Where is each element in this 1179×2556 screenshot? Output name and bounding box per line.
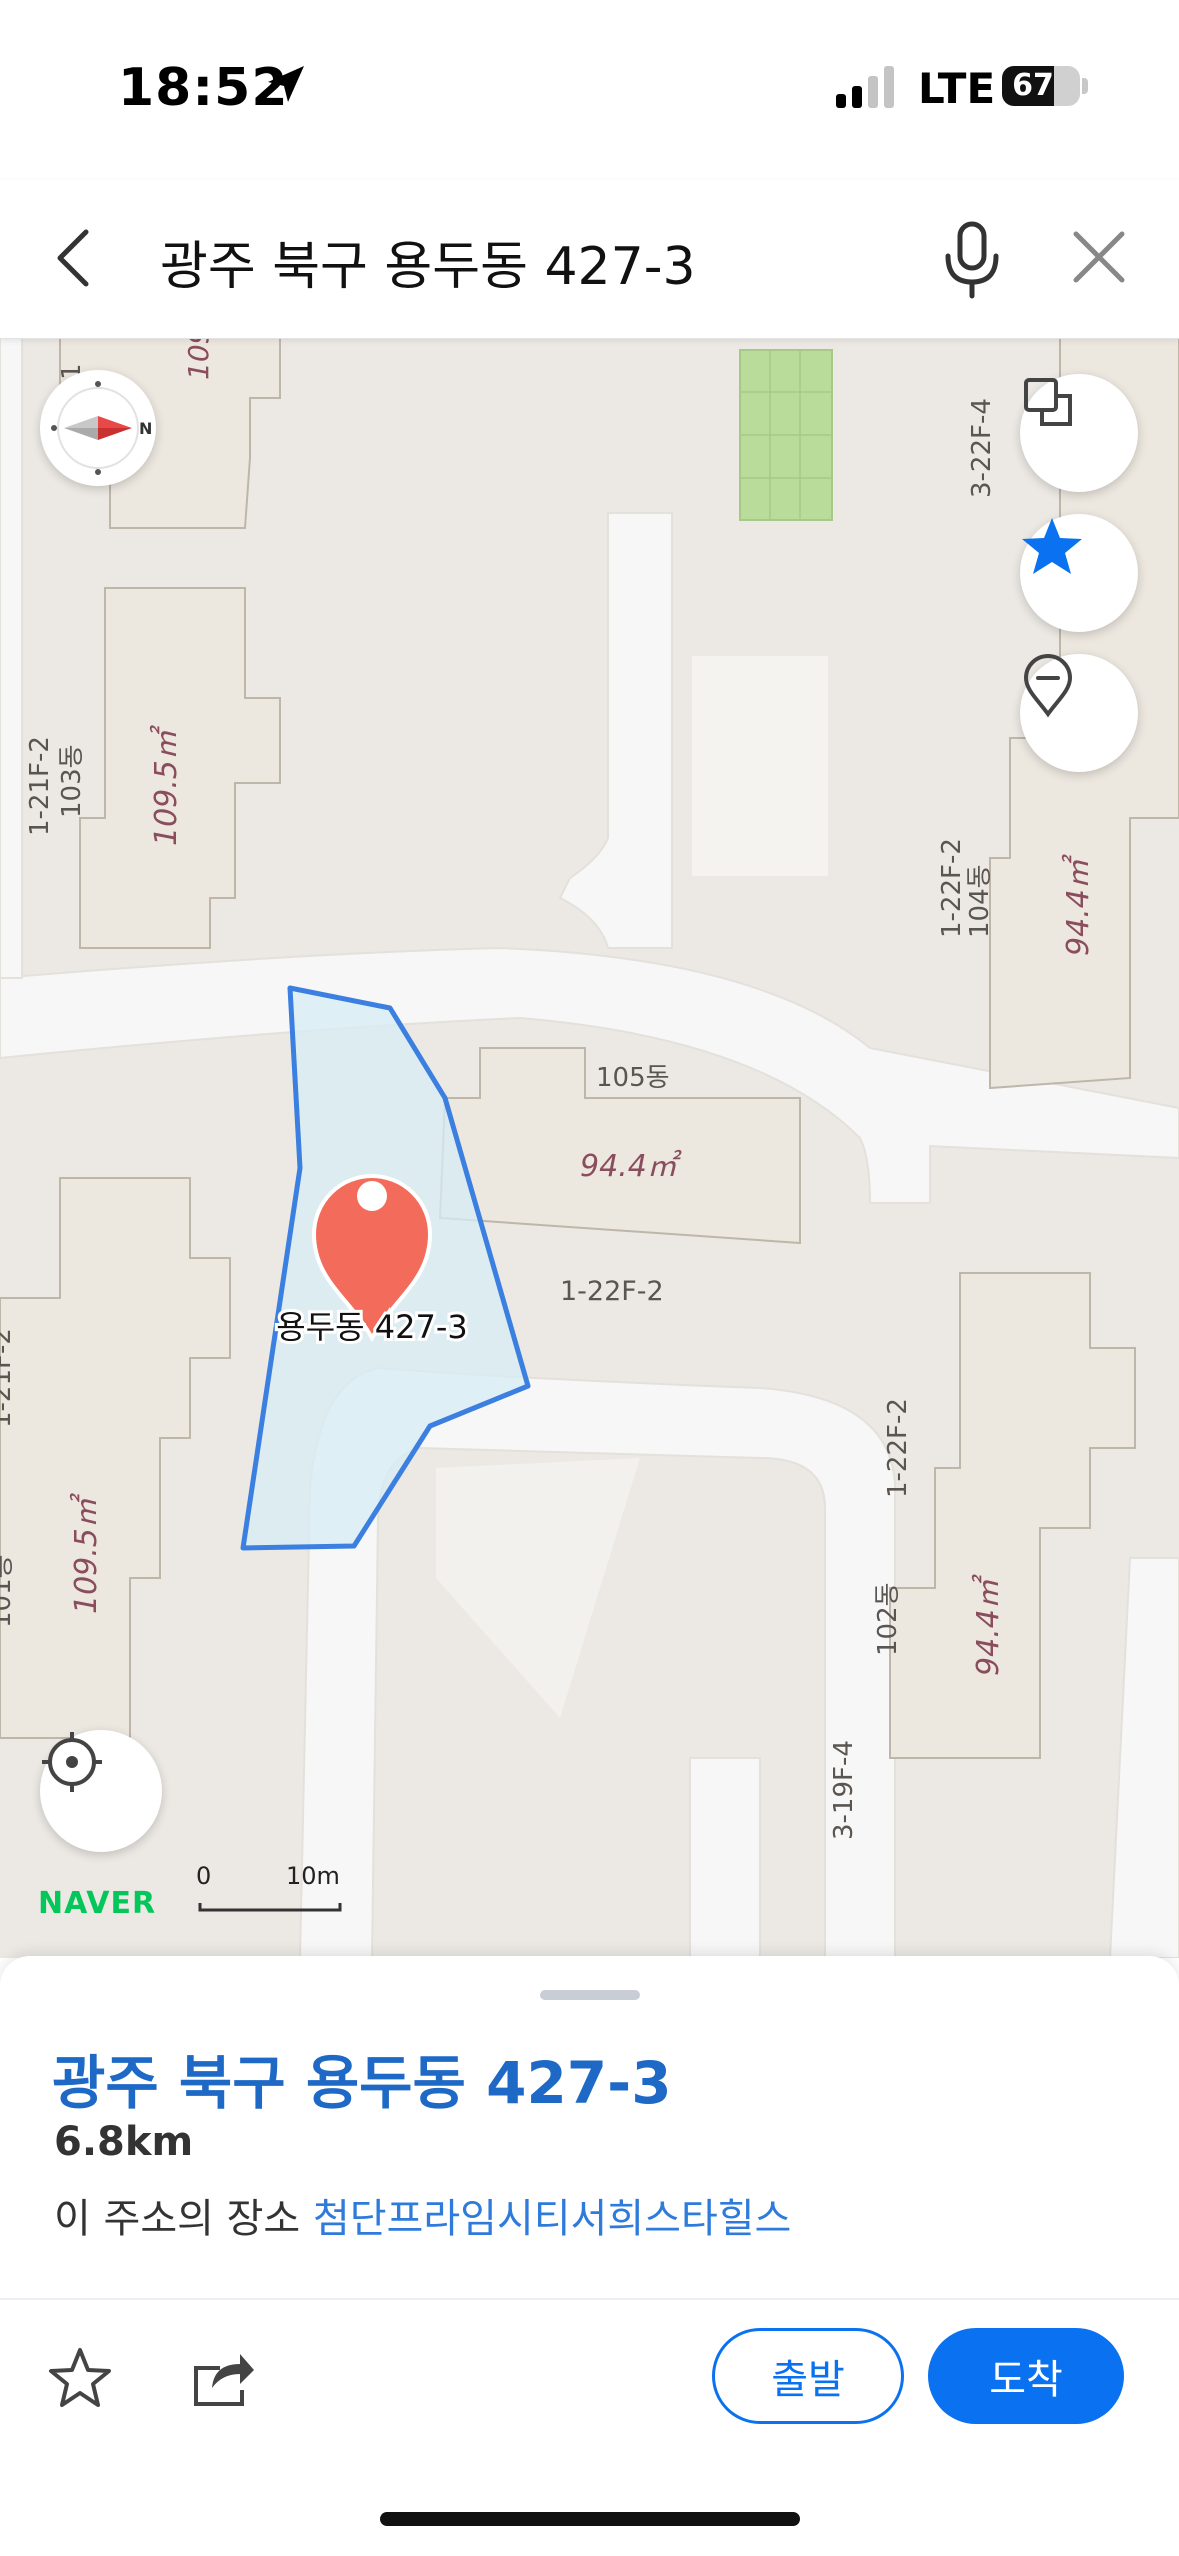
depart-button[interactable]: 출발: [712, 2328, 904, 2424]
share-icon[interactable]: [190, 2346, 258, 2410]
place-title[interactable]: 광주 북구 용두동 427-3: [52, 2036, 672, 2120]
compass-icon: N: [51, 381, 152, 475]
label-102: 102동: [873, 1582, 903, 1656]
plaza: [692, 656, 828, 876]
label-103-lot: 1-21F-2: [25, 736, 55, 836]
microphone-icon[interactable]: [940, 220, 1004, 300]
label-left-edge: 101동: [0, 1554, 17, 1628]
map-canvas[interactable]: 105동 94.4㎡ 1-22F-2 1-21F-2 103동 109.5㎡ 1…: [0, 338, 1179, 1958]
north-road: [558, 512, 673, 949]
label-105: 105동: [596, 1063, 670, 1093]
label-left-area: 109.5㎡: [69, 1492, 104, 1614]
favorite-button[interactable]: [1020, 514, 1138, 632]
east-road: [1108, 1557, 1179, 1958]
location-arrow-icon: [268, 66, 304, 102]
map-pin-minus-icon: [1023, 654, 1073, 718]
place-info-prefix: 이 주소의 장소: [54, 2196, 301, 2242]
label-103: 103동: [57, 744, 87, 818]
label-104-area: 94.4㎡: [1061, 853, 1096, 956]
divider: [0, 2298, 1179, 2300]
chevron-left-icon[interactable]: [46, 226, 102, 290]
compass-button[interactable]: N: [40, 370, 156, 486]
south-lane: [689, 1757, 761, 1958]
place-info-sheet: 광주 북구 용두동 427-3 6.8km 이 주소의 장소 첨단프라임시티서희…: [0, 1956, 1179, 2556]
network-type: LTE: [918, 64, 996, 113]
crosshair-icon: [42, 1732, 102, 1792]
label-bottom-lot: 3-19F-4: [829, 1740, 859, 1840]
sheet-handle[interactable]: [540, 1990, 640, 2000]
label-105-area: 94.4㎡: [580, 1149, 683, 1184]
label-105-lot: 1-22F-2: [560, 1276, 664, 1307]
plaza-south: [436, 1458, 640, 1718]
place-distance: 6.8km: [54, 2119, 194, 2165]
pin-remove-button[interactable]: [1020, 654, 1138, 772]
label-104: 104동: [965, 864, 995, 938]
battery-percent: 67: [1012, 68, 1054, 103]
battery-tip: [1082, 78, 1088, 94]
west-road: [0, 338, 23, 979]
label-104-lot: 1-22F-2: [937, 838, 967, 938]
label-102-area: 94.4㎡: [971, 1573, 1006, 1676]
building-102: [889, 1272, 1136, 1759]
status-bar: 18:52 LTE 67: [0, 0, 1179, 180]
star-icon: [1022, 518, 1082, 574]
label-left-lot: 1-21F-2: [0, 1328, 17, 1428]
label-top-left-area: 109.5: [182, 338, 215, 380]
close-icon[interactable]: [1070, 228, 1128, 286]
label-top-right-lot: 3-22F-4: [967, 398, 997, 498]
battery-indicator: 67: [1002, 66, 1080, 106]
map-view[interactable]: 105동 94.4㎡ 1-22F-2 1-21F-2 103동 109.5㎡ 1…: [0, 338, 1179, 1958]
home-indicator[interactable]: [380, 2512, 800, 2526]
layers-icon: [1024, 378, 1072, 426]
place-info-link[interactable]: 첨단프라임시티서희스타힐스: [313, 2196, 791, 2242]
search-bar: 광주 북구 용두동 427-3: [0, 180, 1179, 339]
building-101: [0, 1177, 231, 1739]
label-103-area: 109.5㎡: [149, 724, 184, 846]
scale-end: 10m: [286, 1862, 340, 1890]
naver-logo: NAVER: [38, 1886, 157, 1921]
star-outline-icon[interactable]: [46, 2344, 114, 2412]
place-info-line: 이 주소의 장소 첨단프라임시티서희스타힐스: [54, 2186, 791, 2244]
scale-start: 0: [196, 1862, 212, 1890]
my-location-button[interactable]: [40, 1730, 162, 1852]
label-102-lot: 1-22F-2: [883, 1398, 913, 1498]
layers-button[interactable]: [1020, 374, 1138, 492]
signal-icon: [836, 66, 894, 108]
pin-label: 용두동 427-3: [276, 1308, 467, 1346]
arrive-button[interactable]: 도착: [928, 2328, 1124, 2424]
svg-text:N: N: [139, 419, 152, 438]
search-input[interactable]: 광주 북구 용두동 427-3: [160, 224, 696, 299]
